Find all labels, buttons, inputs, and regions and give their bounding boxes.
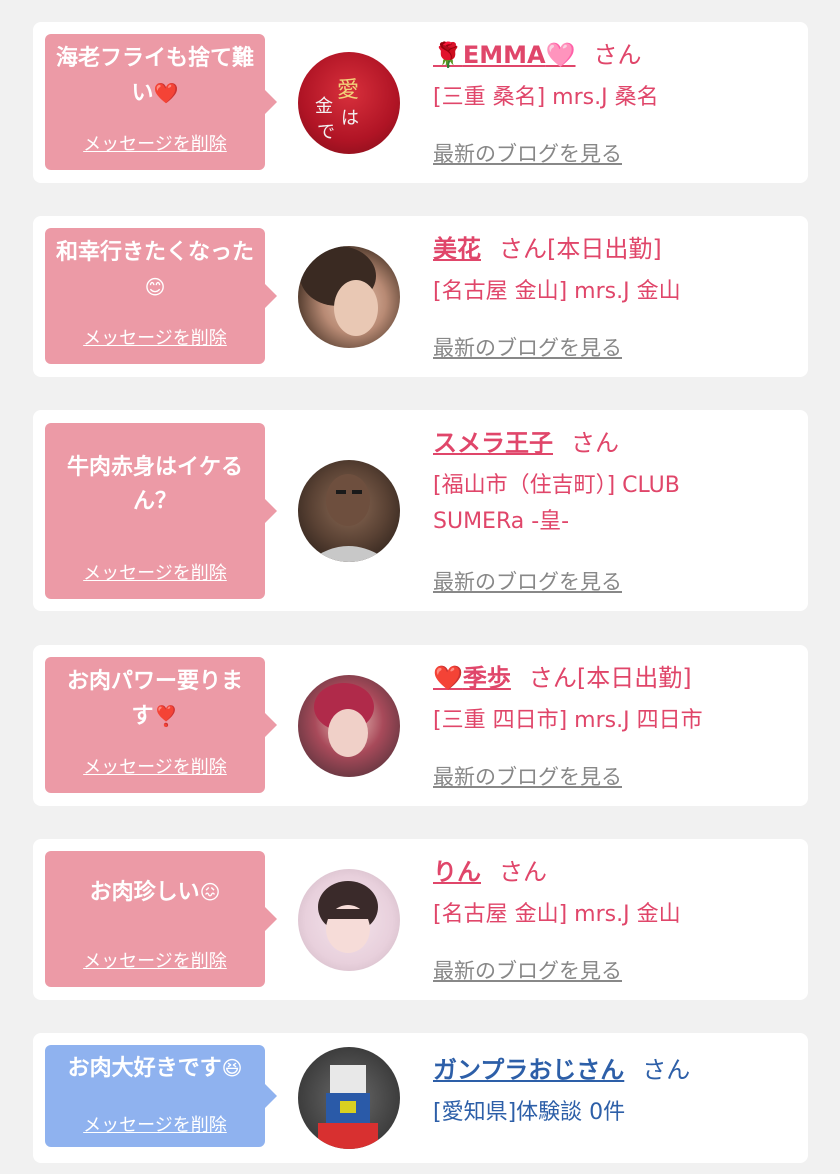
delete-message-link[interactable]: メッセージを削除 [45,753,265,779]
message-card: 海老フライも捨て難い❤️ メッセージを削除 愛 金 は で 🌹EMMA🩷 さん [… [33,22,808,183]
message-card: お肉パワー要ります❣️ メッセージを削除 ❤️季歩 さん[本日出勤] [三重 四日… [33,645,808,806]
latest-blog-link[interactable]: 最新のブログを見る [433,566,622,596]
svg-text:は: は [341,108,359,129]
latest-blog-link[interactable]: 最新のブログを見る [433,761,622,791]
shop-name: [名古屋 金山] mrs.J 金山 [433,279,681,304]
heart-exclamation-icon: ❣️ [153,704,179,728]
profile-name-link[interactable]: りん [433,858,481,886]
message-bubble: お肉大好きです😆 メッセージを削除 [45,1045,277,1147]
message-text: お肉大好きです [67,1056,222,1081]
delete-message-link[interactable]: メッセージを削除 [45,130,265,156]
profile-info: スメラ王子 さん [福山市（住吉町）] CLUB SUMERa -皇- 最新のブロ… [433,426,788,594]
message-bubble: 海老フライも捨て難い❤️ メッセージを削除 [45,34,277,170]
svg-text:愛: 愛 [337,78,359,103]
delete-message-link[interactable]: メッセージを削除 [45,559,265,585]
message-bubble: 牛肉赤身はイケるん？ メッセージを削除 [45,423,277,599]
profile-name-link[interactable]: ガンプラおじさん [433,1056,624,1084]
pink-heart-icon: 🩷 [545,41,576,69]
smile-emoji-icon: 😊 [144,275,166,299]
avatar[interactable]: 愛 金 は で [298,52,400,154]
avatar[interactable] [298,675,400,777]
message-bubble: 和幸行きたくなった 😊 メッセージを削除 [45,228,277,364]
message-card: 和幸行きたくなった 😊 メッセージを削除 美花 さん[本日出勤] [名古屋 金山] … [33,216,808,377]
profile-name-link[interactable]: ❤️季歩 [433,664,511,692]
honorific: さん [528,664,577,692]
profile-info: りん さん [名古屋 金山] mrs.J 金山 最新のブログを見る [433,855,788,983]
heart-emoji-icon: ❤️ [153,81,179,105]
shop-name: [三重 桑名] mrs.J 桑名 [433,85,659,110]
honorific: さん [642,1056,691,1084]
profile-name-link[interactable]: スメラ王子 [433,429,553,457]
latest-blog-link[interactable]: 最新のブログを見る [433,955,622,985]
message-bubble: お肉珍しい😖 メッセージを削除 [45,851,277,987]
latest-blog-link[interactable]: 最新のブログを見る [433,138,622,168]
honorific: さん [499,858,547,886]
delete-message-link[interactable]: メッセージを削除 [45,947,265,973]
shop-name: [名古屋 金山] mrs.J 金山 [433,902,681,927]
message-text: 牛肉赤身はイケるん？ [66,455,243,514]
honorific: さん [499,235,547,263]
shop-name-line: SUMERa -皇- [433,509,570,534]
delete-message-link[interactable]: メッセージを削除 [45,324,265,350]
svg-text:で: で [317,122,335,143]
rose-icon: 🌹 [433,41,463,69]
heart-icon: ❤️ [433,664,463,692]
honorific: さん [593,41,642,69]
profile-info: ❤️季歩 さん[本日出勤] [三重 四日市] mrs.J 四日市 最新のブログを見… [433,661,788,789]
message-text: お肉珍しい [89,880,200,905]
message-text: 和幸行きたくなった [55,240,254,265]
profile-info: ガンプラおじさん さん [愛知県]体験談 0件 [433,1053,788,1131]
attendance-status: [本日出勤] [547,235,662,263]
profile-name-link[interactable]: 🌹EMMA🩷 [433,41,576,69]
honorific: さん [571,429,619,457]
confounded-emoji-icon: 😖 [199,880,221,904]
avatar[interactable] [298,869,400,971]
shop-name: [三重 四日市] mrs.J 四日市 [433,708,703,733]
shop-name: [愛知県]体験談 0件 [433,1100,626,1125]
avatar[interactable] [298,460,400,562]
svg-text:金: 金 [315,96,333,117]
latest-blog-link[interactable]: 最新のブログを見る [433,332,622,362]
shop-name-line: [福山市（住吉町）] CLUB [433,473,680,498]
laughing-emoji-icon: 😆 [221,1056,243,1080]
message-card: お肉大好きです😆 メッセージを削除 ガンプラおじさん さん [愛知県]体験談 0件 [33,1033,808,1163]
profile-name-link[interactable]: 美花 [433,235,481,263]
avatar[interactable] [298,246,400,348]
attendance-status: [本日出勤] [576,664,692,692]
avatar[interactable] [298,1047,400,1149]
message-bubble: お肉パワー要ります❣️ メッセージを削除 [45,657,277,793]
profile-info: 美花 さん[本日出勤] [名古屋 金山] mrs.J 金山 最新のブログを見る [433,232,788,360]
message-card: お肉珍しい😖 メッセージを削除 りん さん [名古屋 金山] mrs.J 金山 最… [33,839,808,1000]
profile-info: 🌹EMMA🩷 さん [三重 桑名] mrs.J 桑名 最新のブログを見る [433,38,788,166]
delete-message-link[interactable]: メッセージを削除 [45,1111,265,1137]
message-card: 牛肉赤身はイケるん？ メッセージを削除 スメラ王子 さん [福山市（住吉町）] C… [33,410,808,611]
